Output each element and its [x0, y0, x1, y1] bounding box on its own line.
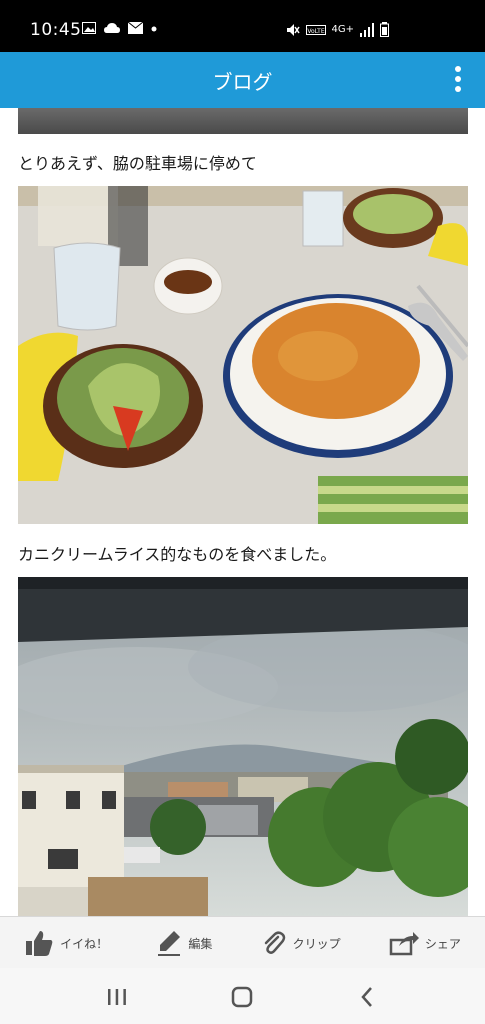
mail-icon — [128, 22, 143, 34]
scenery-photo[interactable] — [18, 577, 468, 916]
thumbs-up-icon — [26, 931, 53, 956]
edit-button[interactable]: 編集 — [156, 929, 212, 957]
status-time: 10:45 — [30, 20, 82, 40]
post-caption-1: とりあえず、脇の駐車場に停めて — [18, 154, 257, 173]
post-action-toolbar: イイね！ 編集 クリップ シェア — [0, 916, 485, 969]
network-type-label: 4G+ — [331, 24, 355, 35]
clip-button[interactable]: クリップ — [261, 929, 341, 957]
signal-icon — [360, 22, 374, 37]
overflow-menu-icon[interactable] — [453, 66, 463, 94]
back-icon[interactable] — [353, 984, 383, 1010]
page-title: ブログ — [212, 70, 273, 94]
status-notification-icons — [82, 22, 157, 34]
battery-icon — [380, 22, 389, 37]
pencil-icon — [158, 931, 181, 956]
previous-photo-bottom — [18, 108, 468, 134]
paperclip-icon — [264, 931, 285, 954]
share-label: シェア — [424, 936, 461, 951]
gallery-icon — [82, 22, 96, 34]
cloud-icon — [104, 23, 120, 33]
edit-label: 編集 — [188, 936, 213, 951]
like-button[interactable]: イイね！ — [24, 929, 108, 957]
food-photo[interactable] — [18, 186, 468, 524]
app-bar: ブログ — [0, 52, 485, 108]
like-label: イイね！ — [60, 936, 109, 951]
share-button[interactable]: シェア — [389, 930, 461, 956]
system-navigation-bar — [0, 968, 485, 1024]
share-icon — [389, 932, 419, 956]
post-caption-2: カニクリームライス的なものを食べました。 — [18, 545, 337, 564]
volte-icon: VoLTE — [305, 24, 326, 35]
status-bar: 10:45 VoLTE 4G+ — [0, 0, 485, 52]
svg-text:VoLTE: VoLTE — [307, 28, 324, 35]
status-system-icons: VoLTE 4G+ — [286, 22, 389, 37]
mute-icon — [286, 23, 300, 36]
post-content: とりあえず、脇の駐車場に停めて カニクリームライス的なものを食べました。 — [0, 108, 485, 916]
home-icon[interactable] — [227, 984, 257, 1010]
recent-apps-icon[interactable] — [102, 984, 132, 1010]
clip-label: クリップ — [292, 936, 341, 951]
dot-icon — [151, 26, 157, 32]
